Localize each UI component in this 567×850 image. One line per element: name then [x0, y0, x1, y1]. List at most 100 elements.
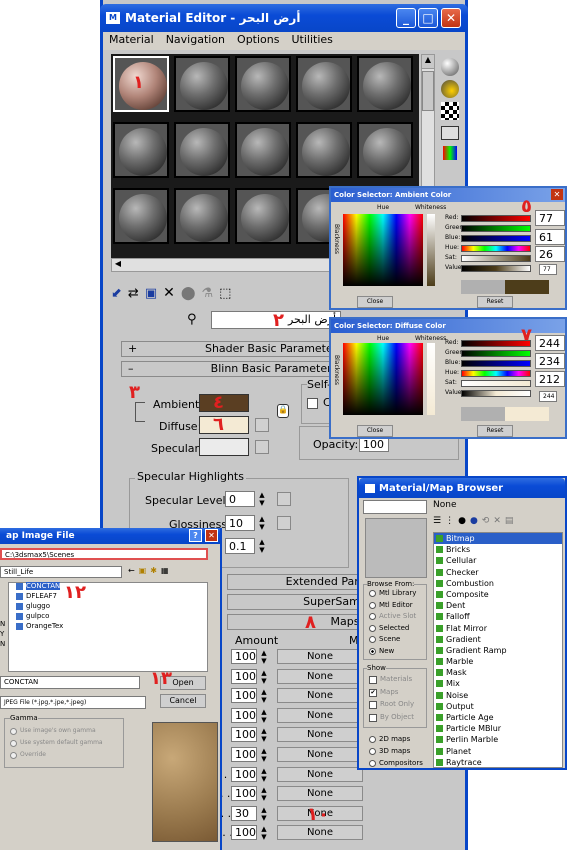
- sample-slot-7[interactable]: [174, 122, 230, 178]
- browser-list-item[interactable]: Combustion: [434, 578, 562, 589]
- map-amount-spinner[interactable]: ▲ ▼: [259, 747, 269, 763]
- diffuse-green-field[interactable]: 234: [535, 353, 565, 369]
- channel-slider[interactable]: [461, 235, 531, 242]
- browser-list-item[interactable]: Output: [434, 701, 562, 712]
- browser-list-item[interactable]: Falloff: [434, 611, 562, 622]
- ambient-value-field[interactable]: 77: [539, 264, 557, 275]
- file-dialog-close-button[interactable]: ✕: [205, 529, 218, 542]
- view-small-icons-icon[interactable]: ●: [458, 516, 466, 530]
- glossiness-field[interactable]: 10: [225, 515, 255, 531]
- map-amount-field[interactable]: 100: [231, 786, 257, 802]
- sample-slot-5[interactable]: [357, 56, 413, 112]
- gamma-radio[interactable]: [10, 740, 17, 747]
- browser-list-item[interactable]: Gradient: [434, 634, 562, 645]
- diffuse-swatch[interactable]: [199, 416, 249, 434]
- show-checkbox[interactable]: [369, 701, 377, 710]
- browser-list-item[interactable]: Bitmap: [434, 533, 562, 545]
- diffuse-red-field[interactable]: 244: [535, 335, 565, 351]
- map-amount-field[interactable]: 100: [231, 766, 257, 782]
- channel-slider[interactable]: [461, 340, 531, 347]
- glossiness-map-button[interactable]: [277, 516, 291, 530]
- sample-slot-8[interactable]: [235, 122, 291, 178]
- view-menu-icon[interactable]: ▦: [161, 566, 169, 578]
- file-dialog-titlebar[interactable]: ap Image File ? ✕: [0, 528, 220, 544]
- assign-material-icon[interactable]: ▣: [145, 286, 157, 301]
- lock-icon[interactable]: 🔒: [277, 404, 289, 418]
- ambient-selector-close-icon[interactable]: ✕: [551, 189, 563, 200]
- ambient-whiteness-bar[interactable]: [427, 214, 435, 286]
- specular-map-button[interactable]: [255, 440, 269, 454]
- reset-map-icon[interactable]: ✕: [163, 285, 175, 301]
- map-slot-button[interactable]: None: [277, 688, 363, 704]
- map-amount-spinner[interactable]: ▲ ▼: [259, 669, 269, 685]
- sample-slot-11[interactable]: [113, 188, 169, 244]
- new-folder-icon[interactable]: ✱: [150, 566, 157, 578]
- put-to-scene-icon[interactable]: ⇄: [128, 286, 139, 301]
- menu-material[interactable]: Material: [103, 32, 160, 50]
- gamma-radio[interactable]: [10, 728, 17, 735]
- channel-slider[interactable]: [461, 350, 531, 357]
- gamma-radio[interactable]: [10, 752, 17, 759]
- ambient-hue-spectrum[interactable]: [343, 214, 423, 286]
- browse-from-radio[interactable]: [369, 648, 376, 655]
- tiling-icon[interactable]: [441, 126, 459, 140]
- self-illum-color-checkbox[interactable]: [307, 398, 318, 409]
- clear-icon[interactable]: ▤: [505, 516, 514, 530]
- browser-list-item[interactable]: Particle MBlur: [434, 723, 562, 734]
- diffuse-value-field[interactable]: 244: [539, 391, 557, 402]
- specular-swatch[interactable]: [199, 438, 249, 456]
- sample-slot-6[interactable]: [113, 122, 169, 178]
- diffuse-reset-button[interactable]: Reset: [477, 425, 513, 437]
- map-amount-spinner[interactable]: ▲ ▼: [259, 825, 269, 841]
- map-amount-spinner[interactable]: ▲ ▼: [259, 688, 269, 704]
- file-item[interactable]: CONCTAN: [26, 582, 61, 590]
- browser-list-item[interactable]: Dent: [434, 600, 562, 611]
- browser-list-item[interactable]: Perlin Marble: [434, 734, 562, 745]
- sample-slot-3[interactable]: [235, 56, 291, 112]
- browser-list-item[interactable]: Composite: [434, 589, 562, 600]
- sample-slot-4[interactable]: [296, 56, 352, 112]
- rollout-shader-basic[interactable]: + Shader Basic Parameters: [121, 341, 347, 357]
- map-amount-field[interactable]: 100: [231, 707, 257, 723]
- file-item[interactable]: OrangeTex: [26, 622, 63, 630]
- map-amount-field[interactable]: 100: [231, 747, 257, 762]
- diffuse-close-button[interactable]: Close: [357, 425, 393, 437]
- browser-list-item[interactable]: Marble: [434, 656, 562, 667]
- menu-navigation[interactable]: Navigation: [160, 32, 231, 50]
- soften-spinner[interactable]: ▲ ▼: [257, 538, 267, 554]
- file-item[interactable]: gulpco: [26, 612, 49, 620]
- make-unique-icon[interactable]: ⬤: [181, 286, 196, 301]
- map-amount-spinner[interactable]: ▲ ▼: [259, 767, 269, 783]
- browser-search-field[interactable]: [363, 500, 427, 514]
- browser-list-item[interactable]: Mask: [434, 667, 562, 678]
- browse-from-radio[interactable]: [369, 601, 376, 609]
- channel-slider[interactable]: [461, 390, 531, 397]
- browser-titlebar[interactable]: Material/Map Browser: [359, 478, 565, 498]
- map-amount-field[interactable]: 100: [231, 668, 257, 684]
- ambient-blue-field[interactable]: 26: [535, 246, 565, 262]
- filename-field[interactable]: CONCTAN: [0, 676, 140, 689]
- sample-slot-9[interactable]: [296, 122, 352, 178]
- map-slot-button[interactable]: None: [277, 707, 363, 723]
- browser-list-item[interactable]: Particle Age: [434, 712, 562, 723]
- close-button[interactable]: ✕: [441, 8, 461, 28]
- backlight-icon[interactable]: [441, 80, 459, 98]
- show-checkbox[interactable]: [369, 713, 377, 722]
- sample-slot-2[interactable]: [174, 56, 230, 112]
- sample-slot-1[interactable]: ١: [113, 56, 169, 112]
- specular-level-field[interactable]: 0: [225, 491, 255, 507]
- background-icon[interactable]: [441, 102, 459, 120]
- specular-level-map-button[interactable]: [277, 492, 291, 506]
- diffuse-blue-field[interactable]: 212: [535, 371, 565, 387]
- up-folder-icon[interactable]: ▣: [139, 566, 147, 578]
- browser-list-item[interactable]: Planet: [434, 746, 562, 757]
- map-type-radio[interactable]: [369, 760, 376, 767]
- map-amount-spinner[interactable]: ▲ ▼: [259, 727, 269, 743]
- sample-type-icon[interactable]: [441, 58, 459, 76]
- maximize-button[interactable]: □: [418, 8, 438, 28]
- ambient-swatch[interactable]: [199, 394, 249, 412]
- filetype-field[interactable]: JPEG File (*.jpg,*.jpe,*.jpeg): [0, 696, 146, 709]
- ambient-close-button[interactable]: Close: [357, 296, 393, 308]
- channel-slider[interactable]: [461, 380, 531, 387]
- channel-slider[interactable]: [461, 255, 531, 262]
